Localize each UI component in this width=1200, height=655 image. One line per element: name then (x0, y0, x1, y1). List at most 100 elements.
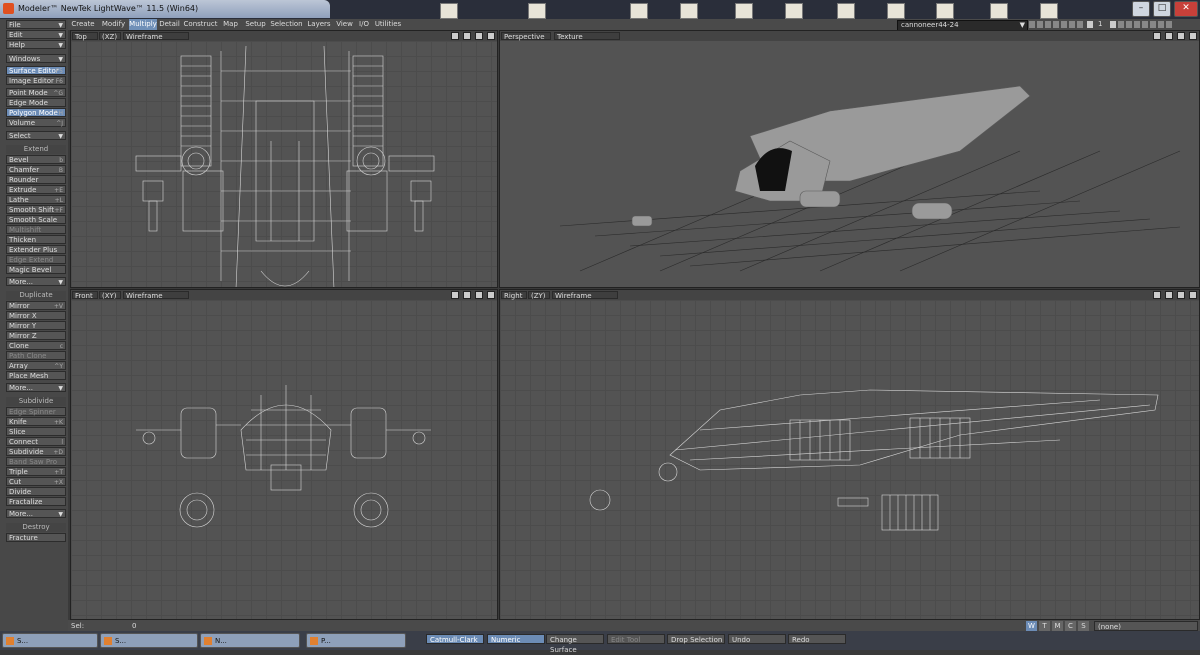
rotate-view-icon[interactable] (1165, 32, 1173, 40)
tool-edge-extend[interactable]: Edge Extend (6, 255, 66, 264)
tab-map[interactable]: Map (219, 19, 242, 30)
drop-selection-button[interactable]: Drop Selection (667, 634, 725, 644)
minimize-icon[interactable]: – (1132, 1, 1150, 17)
wtmcs-c-button[interactable]: C (1065, 621, 1076, 631)
viewport-front[interactable]: Front (XY) Wireframe (70, 289, 498, 620)
view-axis-dropdown[interactable]: (XZ) (99, 32, 121, 41)
zoom-view-icon[interactable] (1177, 291, 1185, 299)
move-view-icon[interactable] (1153, 32, 1161, 40)
more-menu-duplicate[interactable]: More... ▼ (6, 383, 66, 392)
tool-divide[interactable]: Divide (6, 487, 66, 496)
maximize-view-icon[interactable] (487, 291, 495, 299)
mode-edge-mode[interactable]: Edge Mode (6, 98, 66, 107)
rotate-view-icon[interactable] (463, 32, 471, 40)
layer-bank-controls[interactable]: 1 (1028, 20, 1198, 29)
tool-fractalize[interactable]: Fractalize (6, 497, 66, 506)
subpatch-type-dropdown[interactable]: Catmull-Clark (426, 634, 484, 644)
tab-detail[interactable]: Detail (157, 19, 182, 30)
desktop-file-icon[interactable] (680, 3, 698, 19)
tool-chamfer[interactable]: Chamfer B (6, 165, 66, 174)
tab-modify[interactable]: Modify (98, 19, 129, 30)
desktop-file-icon[interactable] (785, 3, 803, 19)
tool-band-saw-pro[interactable]: Band Saw Pro (6, 457, 66, 466)
desktop-file-icon[interactable] (936, 3, 954, 19)
render-mode-dropdown[interactable]: Texture (554, 32, 620, 41)
desktop-file-icon[interactable] (1040, 3, 1058, 19)
menu-windows[interactable]: Windows ▼ (6, 54, 66, 63)
mode-polygon-mode[interactable]: Polygon Mode ^H (6, 108, 66, 117)
maximize-view-icon[interactable] (1189, 291, 1197, 299)
tool-lathe[interactable]: Lathe +L (6, 195, 66, 204)
tool-mirror-x[interactable]: Mirror X (6, 311, 66, 320)
zoom-view-icon[interactable] (475, 32, 483, 40)
tab-layers[interactable]: Layers (304, 19, 334, 30)
viewport-right[interactable]: Right (ZY) Wireframe (499, 289, 1200, 620)
view-type-dropdown[interactable]: Front (72, 291, 98, 300)
tab-setup[interactable]: Setup (242, 19, 269, 30)
tool-edge-spinner[interactable]: Edge Spinner (6, 407, 66, 416)
tab-i-o[interactable]: I/O (355, 19, 373, 30)
mode-point-mode[interactable]: Point Mode ^G (6, 88, 66, 97)
maximize-view-icon[interactable] (1189, 32, 1197, 40)
maximize-view-icon[interactable] (487, 32, 495, 40)
surface-dropdown[interactable]: (none) (1094, 621, 1198, 631)
mode-volume[interactable]: Volume ^J (6, 118, 66, 127)
tool-rounder[interactable]: Rounder (6, 175, 66, 184)
wtmcs-s-button[interactable]: S (1078, 621, 1089, 631)
tool-subdivide[interactable]: Subdivide +D (6, 447, 66, 456)
more-menu-subdivide[interactable]: More... ▼ (6, 509, 66, 518)
desktop-file-icon[interactable] (440, 3, 458, 19)
tool-magic-bevel[interactable]: Magic Bevel (6, 265, 66, 274)
tool-connect[interactable]: Connect l (6, 437, 66, 446)
move-view-icon[interactable] (451, 291, 459, 299)
desktop-file-icon[interactable] (630, 3, 648, 19)
close-icon[interactable]: ✕ (1174, 1, 1198, 17)
render-mode-dropdown[interactable]: Wireframe (123, 32, 189, 41)
tool-extrude[interactable]: Extrude +E (6, 185, 66, 194)
tab-view[interactable]: View (334, 19, 355, 30)
tool-fracture[interactable]: Fracture (6, 533, 66, 542)
tool-mirror-z[interactable]: Mirror Z (6, 331, 66, 340)
tool-bevel[interactable]: Bevel b (6, 155, 66, 164)
redo-button[interactable]: Redo (788, 634, 846, 644)
menu-file[interactable]: File ▼ (6, 20, 66, 29)
tool-path-clone[interactable]: Path Clone (6, 351, 66, 360)
move-view-icon[interactable] (1153, 291, 1161, 299)
taskbar-item[interactable]: N... (200, 633, 300, 648)
numeric-button[interactable]: Numeric (487, 634, 545, 644)
zoom-view-icon[interactable] (1177, 32, 1185, 40)
tool-triple[interactable]: Triple +T (6, 467, 66, 476)
taskbar-item[interactable]: S... (2, 633, 98, 648)
wtmcs-t-button[interactable]: T (1039, 621, 1050, 631)
tool-knife[interactable]: Knife +K (6, 417, 66, 426)
viewport-top[interactable]: Top (XZ) Wireframe (70, 30, 498, 288)
view-type-dropdown[interactable]: Right (501, 291, 527, 300)
tool-cut[interactable]: Cut +X (6, 477, 66, 486)
menu-edit[interactable]: Edit ▼ (6, 30, 66, 39)
render-mode-dropdown[interactable]: Wireframe (123, 291, 189, 300)
desktop-file-icon[interactable] (887, 3, 905, 19)
tool-place-mesh[interactable]: Place Mesh (6, 371, 66, 380)
rotate-view-icon[interactable] (463, 291, 471, 299)
viewport-perspective[interactable]: Perspective Texture (499, 30, 1200, 288)
tab-construct[interactable]: Construct (182, 19, 219, 30)
desktop-file-icon[interactable] (735, 3, 753, 19)
tab-utilities[interactable]: Utilities (373, 19, 403, 30)
undo-button[interactable]: Undo (728, 634, 786, 644)
taskbar-item[interactable]: S... (100, 633, 198, 648)
tool-extender-plus[interactable]: Extender Plus (6, 245, 66, 254)
wtmcs-w-button[interactable]: W (1026, 621, 1037, 631)
rotate-view-icon[interactable] (1165, 291, 1173, 299)
view-type-dropdown[interactable]: Perspective (501, 32, 551, 41)
taskbar-item[interactable]: P... (306, 633, 406, 648)
wtmcs-m-button[interactable]: M (1052, 621, 1063, 631)
maximize-icon[interactable]: □ (1153, 1, 1171, 17)
tool-array[interactable]: Array ^Y (6, 361, 66, 370)
move-view-icon[interactable] (451, 32, 459, 40)
desktop-file-icon[interactable] (837, 3, 855, 19)
tab-multiply[interactable]: Multiply (129, 19, 157, 30)
zoom-view-icon[interactable] (475, 291, 483, 299)
button-image-editor[interactable]: Image Editor F6 (6, 76, 66, 85)
tab-create[interactable]: Create (68, 19, 98, 30)
render-mode-dropdown[interactable]: Wireframe (552, 291, 618, 300)
